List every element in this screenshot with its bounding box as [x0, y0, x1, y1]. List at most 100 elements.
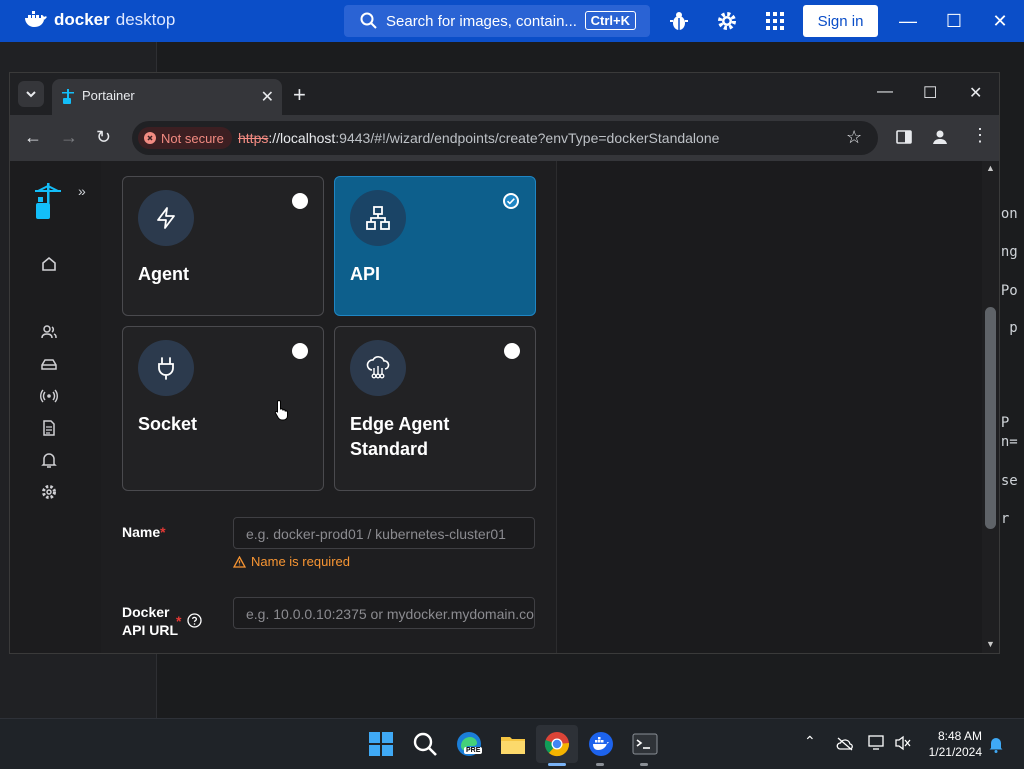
apps-grid-icon[interactable] [764, 10, 786, 32]
option-icon-circle [350, 340, 406, 396]
onedrive-cloud-icon[interactable] [836, 737, 854, 751]
docker-desktop-titlebar: docker desktop Search for images, contai… [0, 0, 1024, 42]
option-card-socket[interactable]: Socket [122, 326, 324, 491]
windows-start-icon[interactable] [368, 731, 394, 757]
option-icon-circle [138, 340, 194, 396]
close-icon[interactable]: ✕ [989, 10, 1011, 32]
edge-browser-icon[interactable]: PRE [456, 731, 483, 757]
name-label: Name* [122, 523, 166, 541]
url-path: :9443/#!/wizard/endpoints/create?envType… [335, 130, 720, 146]
reload-icon[interactable]: ↻ [96, 127, 111, 148]
option-label: Socket [138, 414, 198, 434]
broadcast-icon[interactable] [40, 387, 58, 405]
warning-circle-icon [144, 132, 156, 144]
scroll-down-icon[interactable]: ▼ [986, 639, 995, 649]
browser-minimize-icon[interactable]: — [877, 83, 893, 101]
docker-taskbar-icon[interactable] [588, 731, 614, 757]
forward-arrow-icon[interactable]: → [60, 127, 78, 148]
clock-date: 1/21/2024 [928, 745, 982, 759]
back-arrow-icon[interactable]: ← [24, 127, 42, 148]
browser-close-icon[interactable]: ✕ [969, 83, 982, 103]
chrome-icon[interactable] [544, 731, 570, 757]
environments-icon[interactable] [40, 355, 58, 373]
tray-chevron-up-icon[interactable]: ⌃ [804, 733, 816, 750]
browser-toolbar: ← → ↻ Not secure https://localhost:9443/… [10, 115, 999, 161]
new-tab-icon[interactable]: + [293, 82, 306, 108]
option-radio[interactable] [292, 193, 308, 209]
windows-taskbar: PRE ⌃ 8:48 AM 1/21/2024 [0, 718, 1024, 769]
api-url-label-line2: API URL [122, 622, 178, 638]
option-label-line2: Standard [350, 439, 429, 459]
tab-strip: Portainer ✕ + — ☐ ✕ [10, 73, 999, 115]
notification-bell-icon[interactable] [988, 736, 1004, 753]
docker-brand: docker [54, 10, 110, 29]
hand-cursor-icon [274, 399, 288, 421]
minimize-icon[interactable]: — [897, 10, 919, 32]
search-icon[interactable] [412, 731, 438, 757]
help-circle-icon[interactable] [187, 613, 202, 628]
radio-checked-icon[interactable] [503, 193, 519, 209]
cloud-icon [366, 356, 390, 379]
docker-logo: docker desktop [24, 10, 175, 30]
profile-icon[interactable] [931, 128, 949, 146]
option-icon-circle [138, 190, 194, 246]
not-secure-chip[interactable]: Not secure [138, 127, 232, 149]
option-card-api[interactable]: API [334, 176, 536, 316]
maximize-icon[interactable]: ☐ [943, 10, 965, 32]
name-error-text: Name is required [251, 554, 350, 569]
taskbar-running-indicator [640, 763, 648, 766]
users-icon[interactable] [40, 323, 58, 341]
network-icon [366, 206, 390, 230]
url-scheme: https [238, 130, 269, 146]
not-secure-label: Not secure [161, 130, 224, 146]
search-placeholder: Search for images, contain... [386, 12, 577, 30]
side-panel-icon[interactable] [896, 129, 912, 145]
taskbar-active-indicator [548, 763, 566, 766]
scrollbar-thumb[interactable] [985, 307, 996, 529]
gear-icon[interactable] [716, 10, 738, 32]
option-card-edge-agent-standard[interactable]: Edge Agent Standard [334, 326, 536, 491]
bell-icon[interactable] [40, 451, 58, 469]
name-label-text: Name [122, 524, 161, 540]
bookmark-star-icon[interactable]: ☆ [846, 127, 862, 148]
document-icon[interactable] [40, 419, 58, 437]
folder-icon[interactable] [500, 731, 526, 757]
edge-badge: PRE [464, 747, 483, 754]
option-label-line1: Edge Agent [350, 414, 450, 434]
sign-in-button[interactable]: Sign in [803, 5, 878, 37]
browser-maximize-icon[interactable]: ☐ [923, 83, 937, 103]
warning-triangle-icon [233, 555, 246, 568]
api-url-label-line1: Docker [122, 604, 170, 620]
expand-sidebar-icon[interactable]: » [78, 183, 86, 199]
api-url-input[interactable]: e.g. 10.0.0.10:2375 or mydocker.mydomain… [233, 597, 535, 629]
scroll-up-icon[interactable]: ▲ [986, 163, 995, 173]
search-icon [360, 12, 377, 29]
taskbar-running-indicator [596, 763, 604, 766]
page-scrollbar[interactable]: ▲ ▼ [982, 161, 999, 653]
terminal-icon[interactable] [632, 731, 658, 757]
portainer-page: » Agent API Socket Edge Agent Standard N… [10, 161, 982, 653]
menu-kebab-icon[interactable]: ⋮ [971, 125, 989, 146]
settings-gear-icon[interactable] [40, 483, 58, 501]
portainer-logo-icon[interactable] [32, 183, 64, 221]
name-input[interactable]: e.g. docker-prod01 / kubernetes-cluster0… [233, 517, 535, 549]
api-url-required-mark: * [176, 613, 182, 629]
name-required-mark: * [160, 524, 166, 540]
tab-search-button[interactable] [18, 81, 44, 107]
tab-close-icon[interactable]: ✕ [261, 87, 274, 107]
global-search[interactable]: Search for images, contain... Ctrl+K [344, 5, 650, 37]
option-card-agent[interactable]: Agent [122, 176, 324, 316]
url-host: ://localhost [268, 130, 336, 146]
portainer-favicon-icon [62, 89, 74, 104]
option-radio[interactable] [292, 343, 308, 359]
option-radio[interactable] [504, 343, 520, 359]
home-icon[interactable] [40, 255, 58, 273]
tab-portainer[interactable]: Portainer ✕ [52, 79, 282, 115]
address-bar[interactable]: Not secure https://localhost:9443/#!/wiz… [132, 121, 878, 155]
volume-muted-icon[interactable] [894, 735, 912, 751]
system-clock[interactable]: 8:48 AM 1/21/2024 [920, 728, 982, 760]
bug-icon[interactable] [668, 10, 690, 32]
url-text: https://localhost:9443/#!/wizard/endpoin… [238, 130, 719, 146]
network-monitor-icon[interactable] [868, 735, 886, 751]
plug-icon [158, 357, 174, 380]
